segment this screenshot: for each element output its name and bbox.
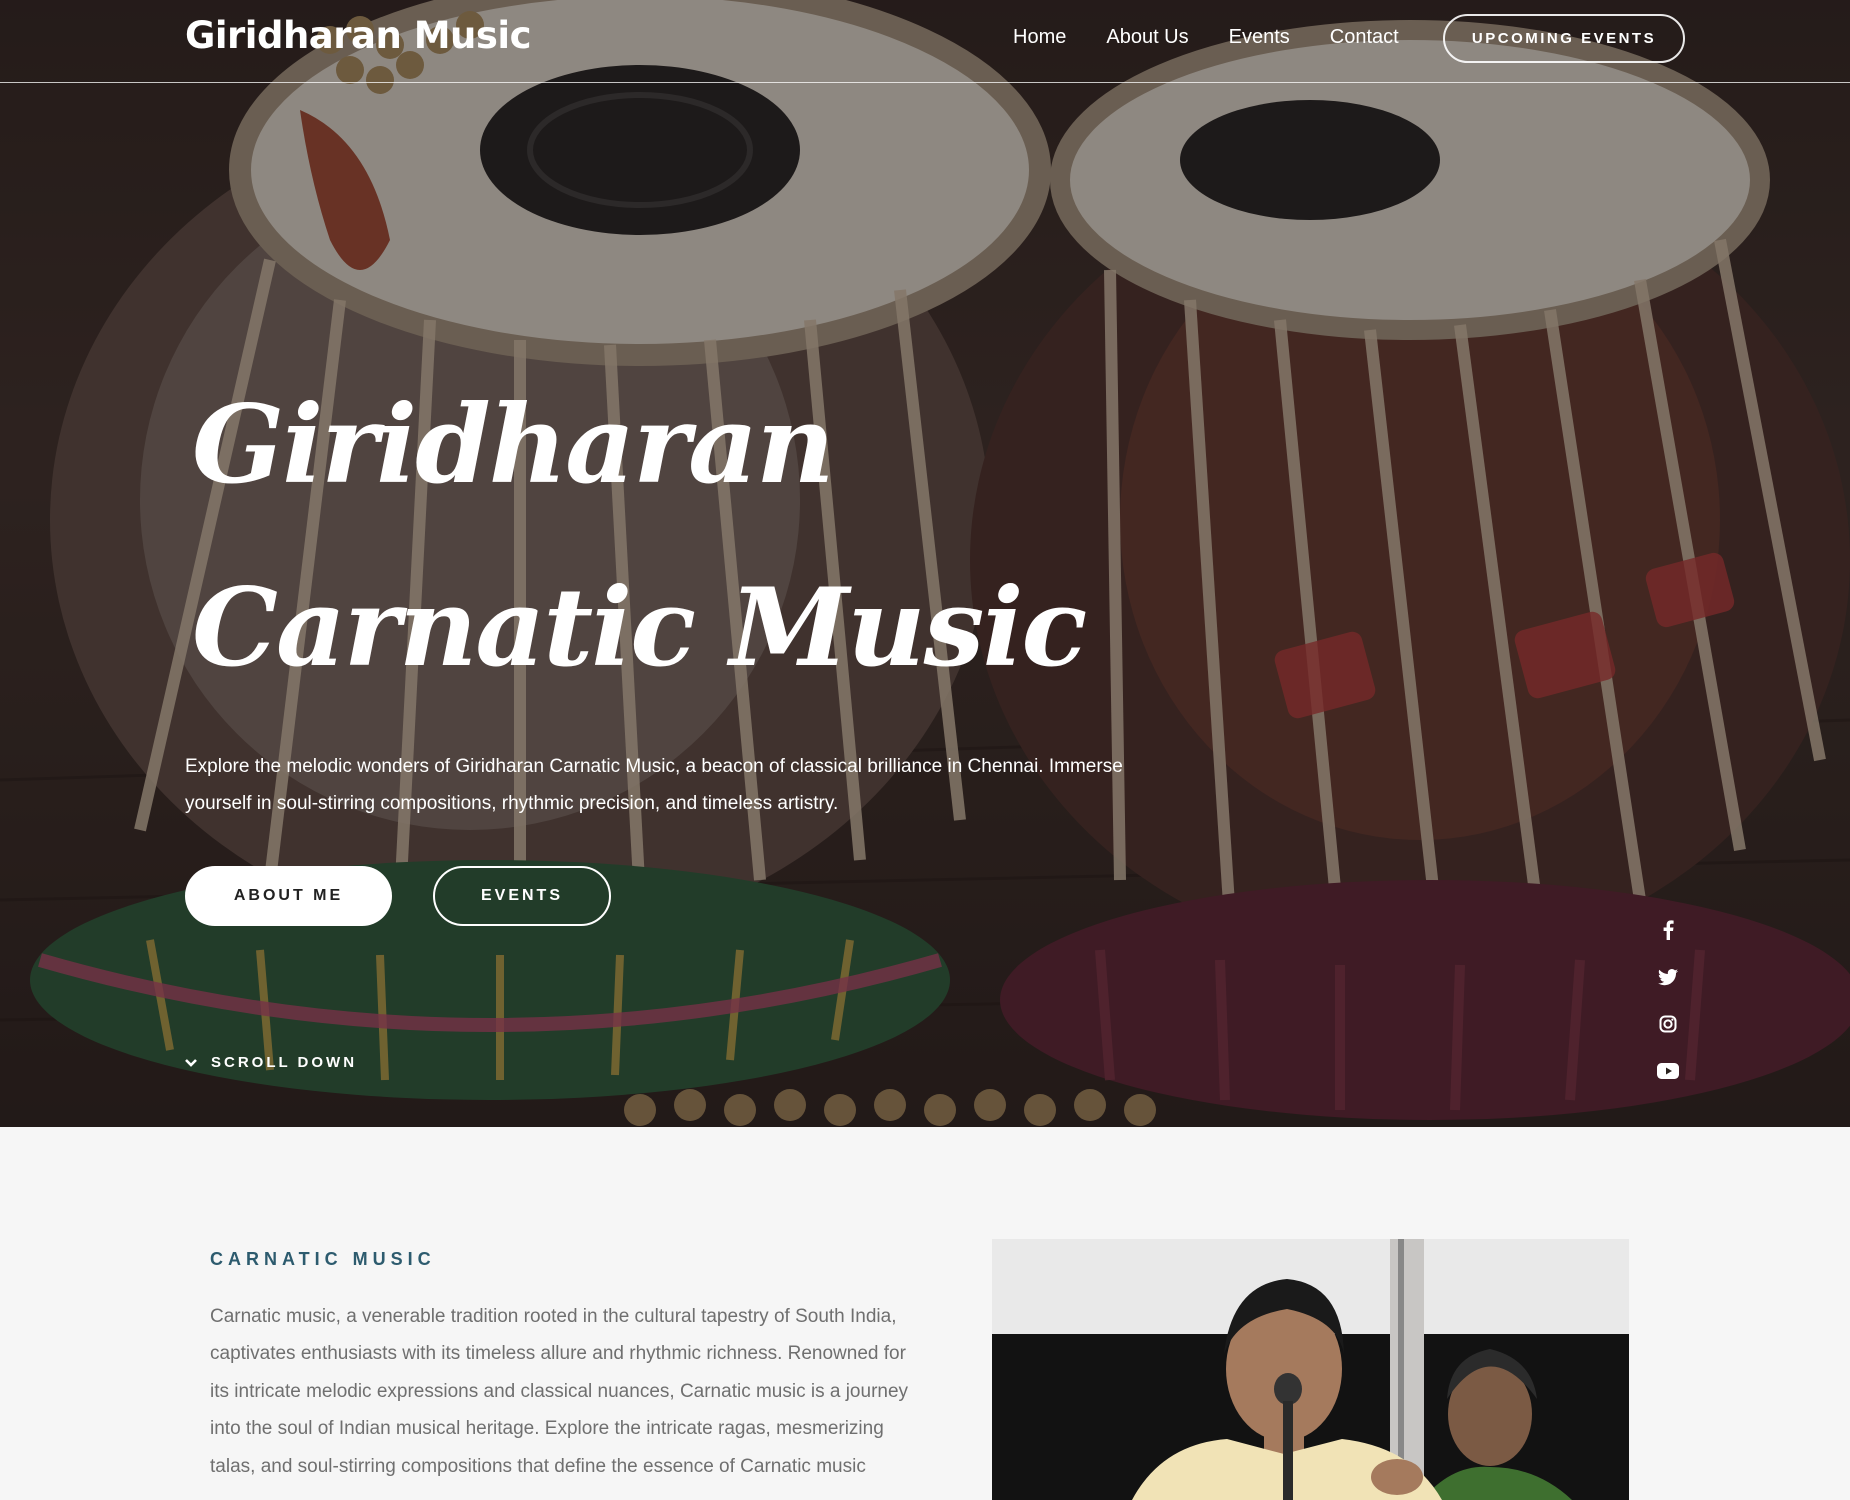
hero-title-line2: Carnatic Music	[192, 565, 1087, 691]
events-button[interactable]: EVENTS	[433, 866, 611, 926]
top-navigation: Giridharan Music Home About Us Events Co…	[0, 0, 1850, 83]
facebook-icon[interactable]	[1656, 918, 1680, 942]
upcoming-events-button[interactable]: UPCOMING EVENTS	[1443, 14, 1685, 63]
social-links	[1656, 918, 1680, 1106]
performer-photo	[992, 1239, 1629, 1500]
scroll-down-link[interactable]: SCROLL DOWN	[185, 1054, 357, 1071]
nav-link-about-us[interactable]: About Us	[1106, 26, 1188, 49]
site-logo[interactable]: Giridharan Music	[185, 14, 532, 57]
hero-intro-text: Explore the melodic wonders of Giridhara…	[185, 756, 1123, 814]
section-eyebrow: CARNATIC MUSIC	[210, 1249, 436, 1269]
nav-link-contact[interactable]: Contact	[1330, 26, 1399, 49]
nav-link-events[interactable]: Events	[1229, 26, 1290, 49]
section-body-text: Carnatic music, a venerable tradition ro…	[210, 1306, 909, 1477]
scroll-down-label: SCROLL DOWN	[211, 1054, 358, 1071]
main-menu: Home About Us Events Contact	[1013, 26, 1439, 49]
about-me-button[interactable]: ABOUT ME	[185, 866, 392, 926]
instagram-icon[interactable]	[1656, 1012, 1680, 1036]
chevron-down-icon	[185, 1058, 197, 1067]
hero-overlay	[0, 0, 1850, 1127]
performer-photo-image	[992, 1239, 1629, 1500]
hero-title-line1: Giridharan	[192, 382, 835, 508]
twitter-icon[interactable]	[1656, 965, 1680, 989]
hero-section	[0, 0, 1850, 1127]
youtube-icon[interactable]	[1656, 1059, 1680, 1083]
nav-link-home[interactable]: Home	[1013, 26, 1066, 49]
